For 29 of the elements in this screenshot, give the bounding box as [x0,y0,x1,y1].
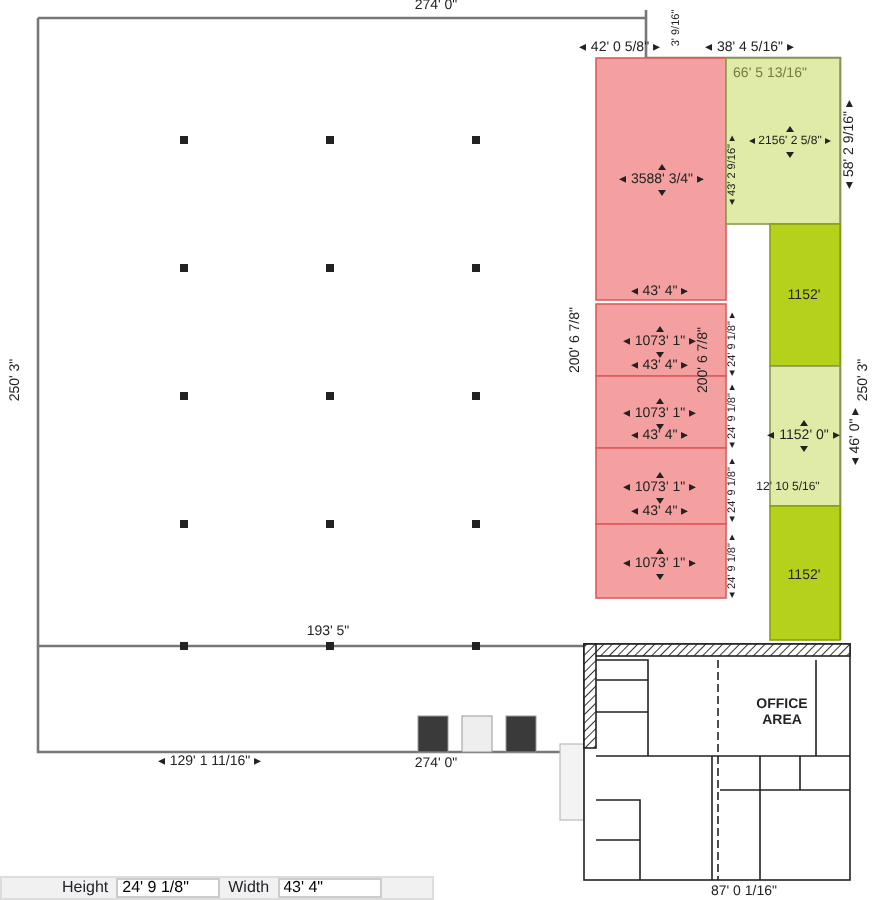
proposed-space [769,365,841,507]
input-field[interactable]: 24' 9 1/8" [116,878,221,898]
column-marker [326,136,334,144]
ramp [559,743,585,821]
column-marker [180,392,188,400]
column-marker [472,642,480,650]
field-label: Width [228,876,270,900]
move-arrows-icon [786,126,794,158]
column-marker [472,264,480,272]
column-marker [326,392,334,400]
dock-door [505,715,537,753]
column-marker [326,520,334,528]
column-marker [180,264,188,272]
column-marker [180,136,188,144]
pending-space [595,523,727,599]
leased-space [769,505,841,641]
input-field[interactable]: 43' 4" [277,878,382,898]
column-marker [326,642,334,650]
pending-space [595,447,727,525]
column-marker [180,642,188,650]
column-marker [472,136,480,144]
field-label: Height [62,876,109,900]
leased-space [769,223,841,367]
column-marker [180,520,188,528]
dock-door [417,715,449,753]
column-marker [326,264,334,272]
dock-door [461,715,493,753]
column-marker [472,392,480,400]
column-marker [472,520,480,528]
